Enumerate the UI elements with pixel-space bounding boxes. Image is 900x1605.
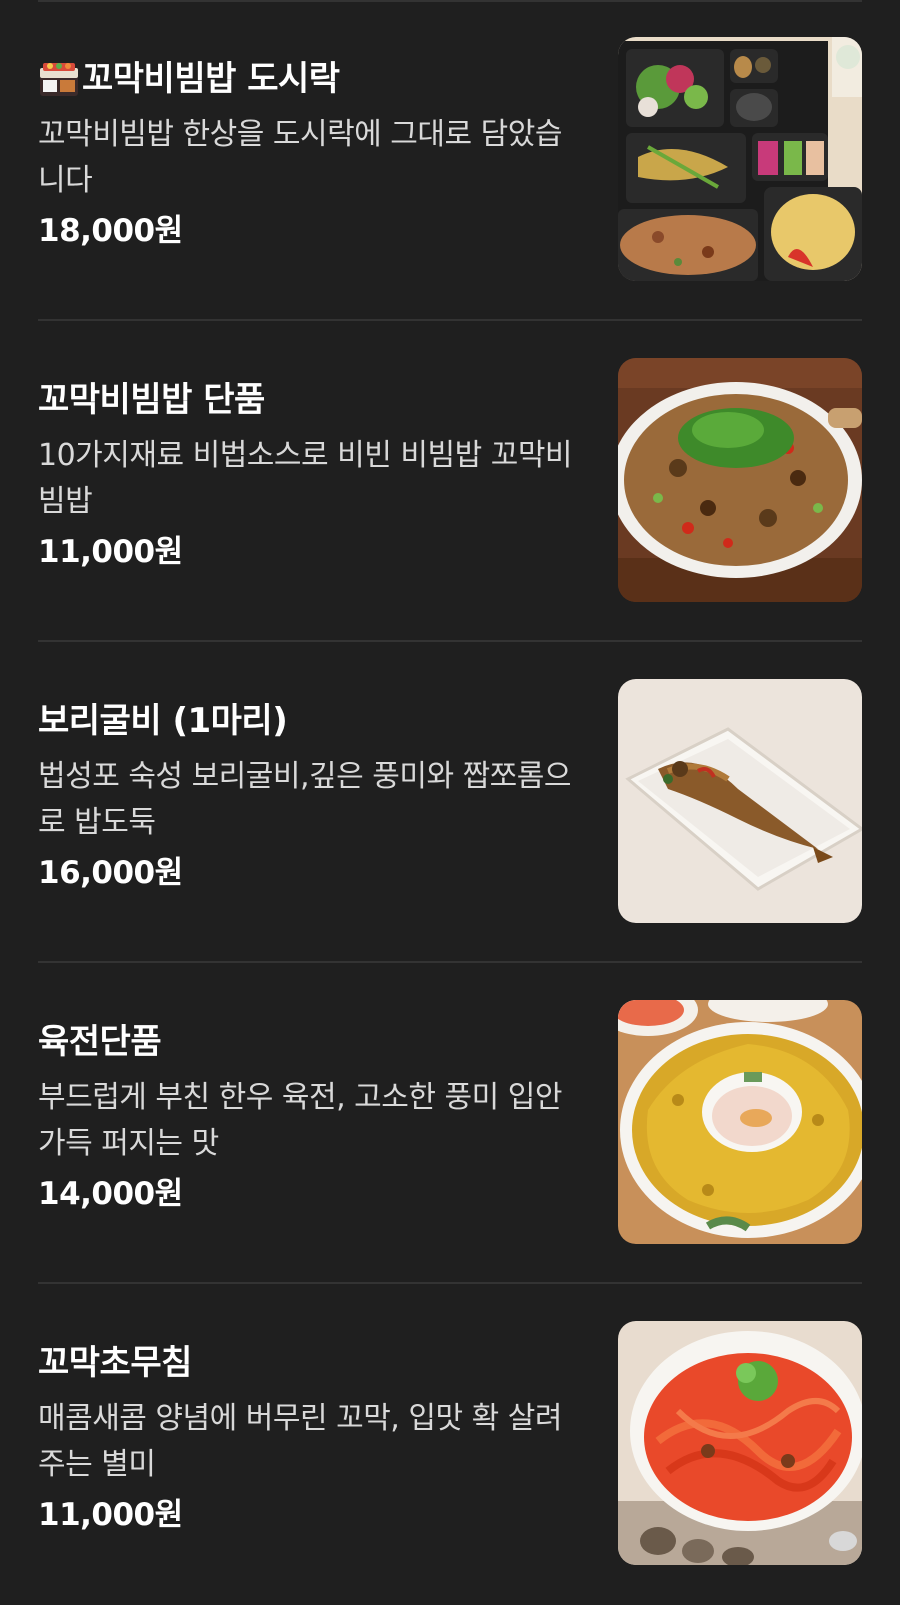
- menu-item-description: 법성포 숙성 보리굴비,깊은 풍미와 짭쪼롬으로 밥도둑: [38, 759, 571, 840]
- menu-item-price: 11,000원: [38, 534, 183, 570]
- dried-croaker-photo[interactable]: [618, 679, 862, 923]
- menu-item-name-row: 꼬막비빔밥 도시락: [38, 56, 586, 102]
- menu-item-beef-jeon[interactable]: 육전단품 부드럽게 부친 한우 육전, 고소한 풍미 입안 가득 퍼지는 맛 1…: [38, 963, 862, 1284]
- menu-item-name: 꼬막비빔밥 단품: [38, 380, 265, 420]
- menu-item-name: 육전단품: [38, 1022, 162, 1062]
- menu-item-text: 꼬막비빔밥 단품 10가지재료 비법소스로 비빈 비빔밥 꼬막비빔밥 11,00…: [38, 377, 586, 573]
- cockle-bibimbap-photo[interactable]: [618, 358, 862, 602]
- menu-item-dried-croaker[interactable]: 보리굴비 (1마리) 법성포 숙성 보리굴비,깊은 풍미와 짭쪼롬으로 밥도둑 …: [38, 642, 862, 963]
- menu-item-bibimbap-bento[interactable]: 꼬막비빔밥 도시락 꼬막비빔밥 한상을 도시락에 그대로 담았습니다 18,00…: [38, 0, 862, 321]
- menu-item-text: 꼬막초무침 매콤새콤 양념에 버무린 꼬막, 입맛 확 살려주는 별미 11,0…: [38, 1340, 586, 1536]
- cockle-salad-photo[interactable]: [618, 1321, 862, 1565]
- menu-item-bibimbap-single[interactable]: 꼬막비빔밥 단품 10가지재료 비법소스로 비빈 비빔밥 꼬막비빔밥 11,00…: [38, 321, 862, 642]
- menu-item-description: 10가지재료 비법소스로 비빈 비빔밥 꼬막비빔밥: [38, 438, 573, 519]
- menu-item-price: 18,000원: [38, 213, 183, 249]
- bibimbap-bento-photo[interactable]: [618, 37, 862, 281]
- menu-item-price: 11,000원: [38, 1497, 183, 1533]
- bento-box-icon: [40, 63, 78, 96]
- menu-item-text: 보리굴비 (1마리) 법성포 숙성 보리굴비,깊은 풍미와 짭쪼롬으로 밥도둑 …: [38, 698, 586, 894]
- menu-item-description: 매콤새콤 양념에 버무린 꼬막, 입맛 확 살려주는 별미: [38, 1401, 562, 1482]
- menu-item-text: 육전단품 부드럽게 부친 한우 육전, 고소한 풍미 입안 가득 퍼지는 맛 1…: [38, 1019, 586, 1215]
- beef-jeon-photo[interactable]: [618, 1000, 862, 1244]
- menu-item-text: 꼬막비빔밥 도시락 꼬막비빔밥 한상을 도시락에 그대로 담았습니다 18,00…: [38, 56, 586, 252]
- menu-item-description: 부드럽게 부친 한우 육전, 고소한 풍미 입안 가득 퍼지는 맛: [38, 1080, 562, 1161]
- menu-item-cockle-salad[interactable]: 꼬막초무침 매콤새콤 양념에 버무린 꼬막, 입맛 확 살려주는 별미 11,0…: [38, 1284, 862, 1605]
- menu-item-price: 14,000원: [38, 1176, 183, 1212]
- menu-item-name: 꼬막비빔밥 도시락: [82, 59, 340, 99]
- menu-list: 꼬막비빔밥 도시락 꼬막비빔밥 한상을 도시락에 그대로 담았습니다 18,00…: [0, 0, 900, 1605]
- menu-item-description: 꼬막비빔밥 한상을 도시락에 그대로 담았습니다: [38, 117, 562, 198]
- menu-item-price: 16,000원: [38, 855, 183, 891]
- menu-item-name: 보리굴비 (1마리): [38, 701, 288, 741]
- menu-item-name: 꼬막초무침: [38, 1343, 192, 1383]
